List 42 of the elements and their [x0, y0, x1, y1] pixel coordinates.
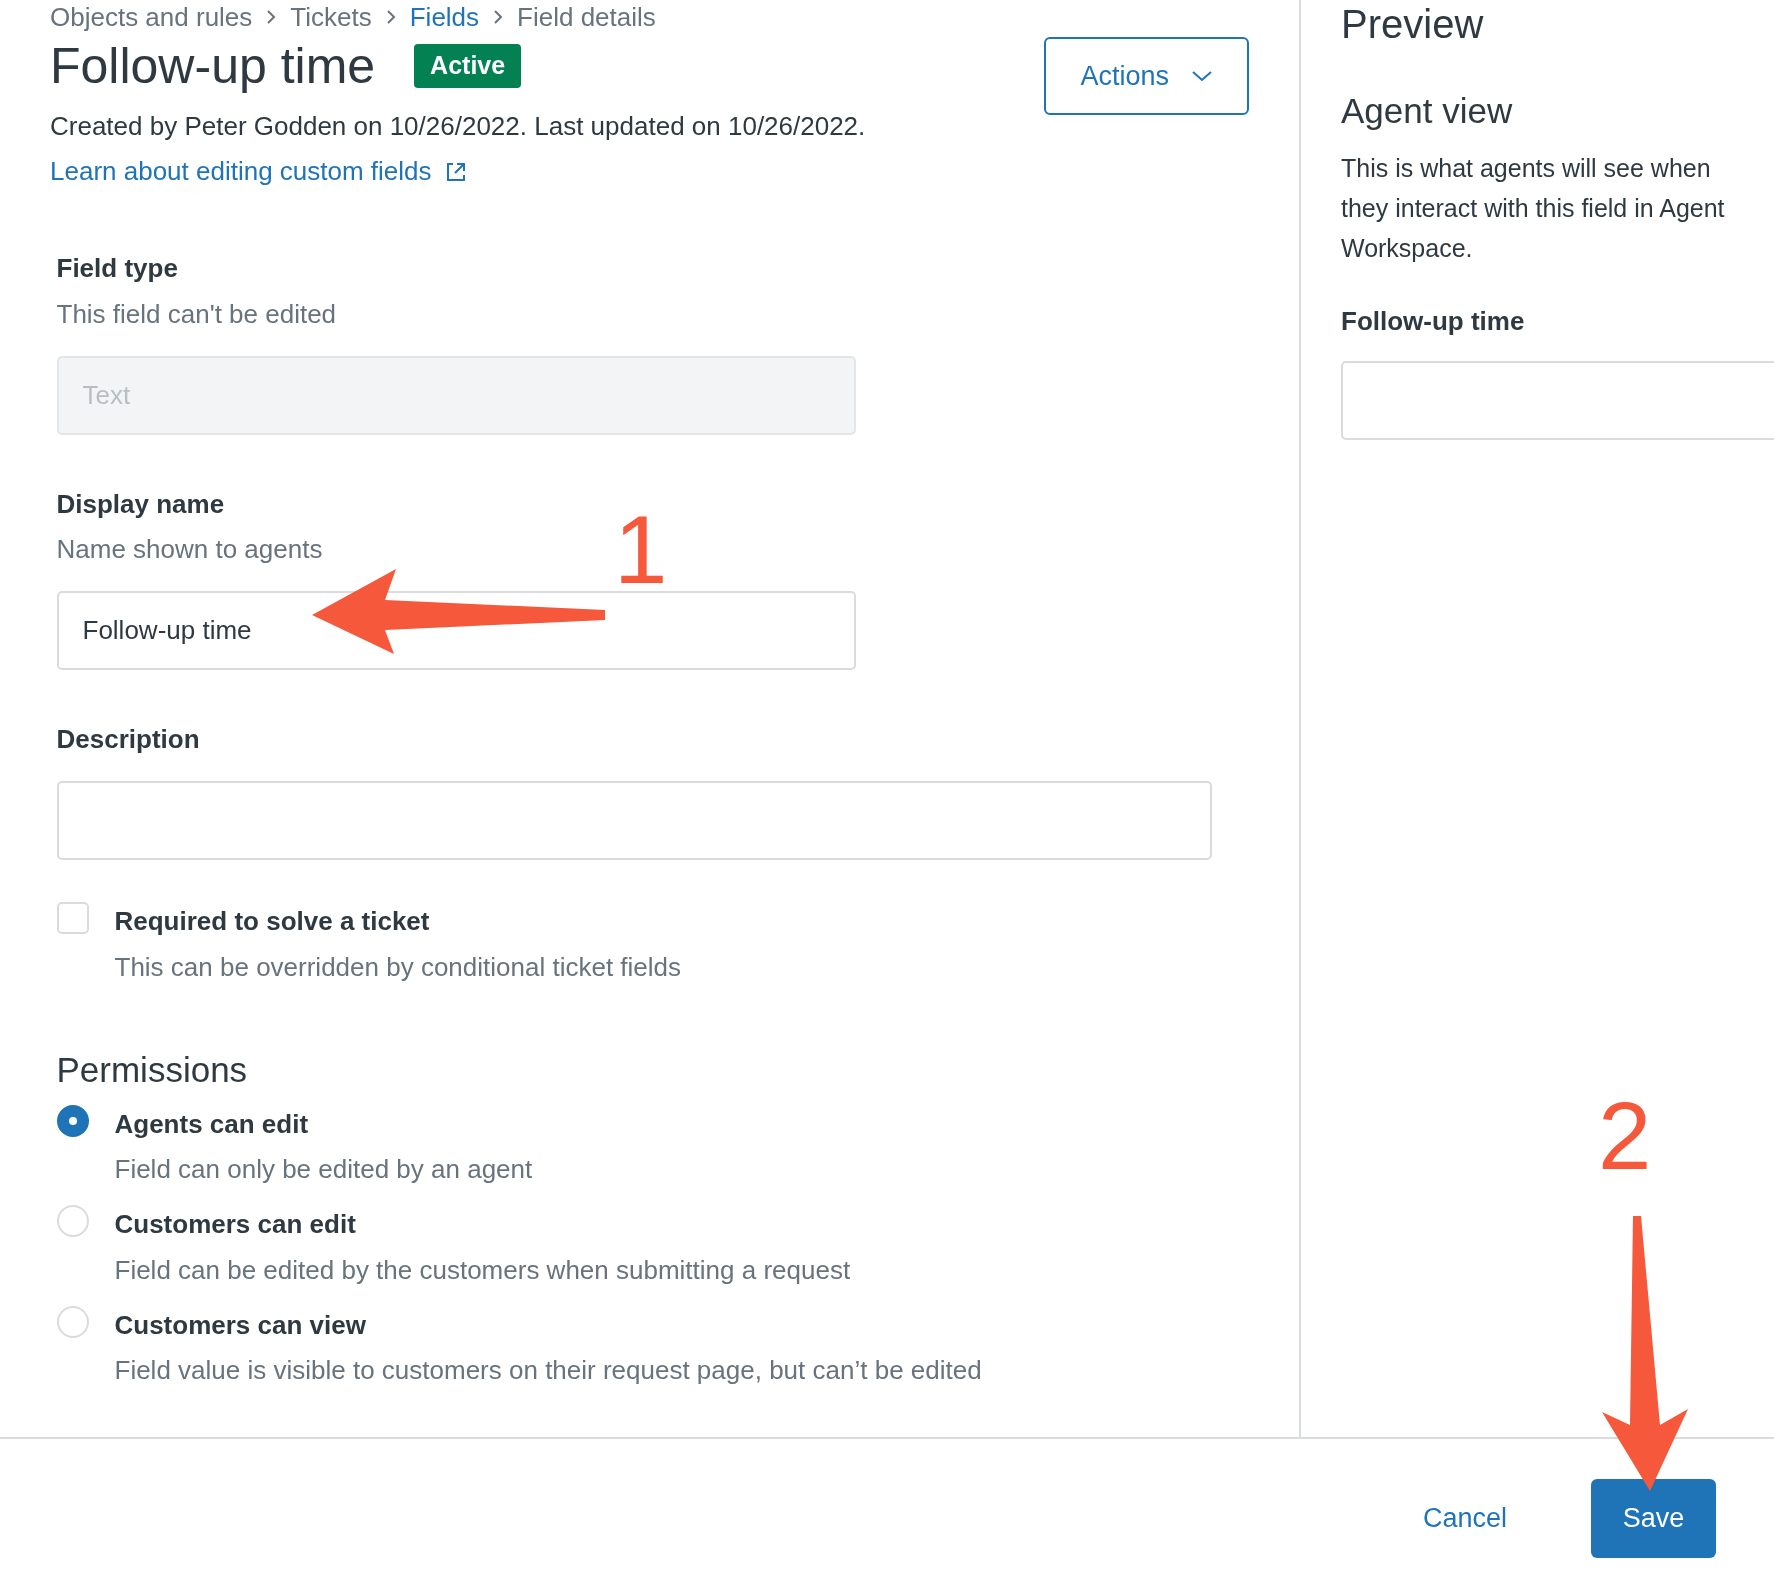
page-title: Follow-up time	[50, 38, 376, 94]
arrow-icon	[310, 568, 606, 656]
field-label: Description	[56, 723, 200, 756]
meta-text: Created by Peter Godden on 10/26/2022. Last updated on 10/26/2022.	[50, 109, 866, 143]
field-label: Display name	[56, 487, 225, 521]
option-label: Agents can edit	[114, 1107, 309, 1141]
chevron-icon	[385, 9, 396, 25]
save-button[interactable]: Save	[1591, 1479, 1716, 1558]
checkbox-hint: This can be overridden by conditional ticket fields	[114, 950, 682, 984]
help-link[interactable]: Learn about editing custom fields	[50, 152, 467, 191]
field-label: Field type	[56, 252, 178, 285]
preview-field[interactable]	[1341, 361, 1774, 440]
status-badge: Active	[414, 44, 522, 88]
breadcrumb-item: Objects and rules	[50, 0, 253, 34]
actions-button[interactable]: Actions	[1044, 37, 1249, 115]
external-link-icon	[444, 160, 467, 183]
chevron-icon	[493, 9, 504, 25]
checkbox[interactable]	[56, 902, 89, 934]
panel-description: This is what agents will see when they interact with this field in Agent Workspace.	[1341, 153, 1726, 264]
checkbox-label: Required to solve a ticket	[114, 905, 430, 938]
section-heading: Permissions	[56, 1048, 249, 1091]
radio-button[interactable]	[56, 1104, 89, 1137]
option-hint: Field can be edited by the customers when submitting a request	[114, 1253, 851, 1287]
chevron-down-icon	[1191, 70, 1213, 82]
field-label: Follow-up time	[1341, 305, 1525, 338]
cancel-button[interactable]: Cancel	[1416, 1497, 1513, 1540]
option-label: Customers can edit	[114, 1208, 356, 1241]
panel-title: Preview	[1341, 1, 1485, 48]
option-hint: Field value is visible to customers on their request page, but can’t be edited	[114, 1354, 982, 1387]
breadcrumb-item: Field details	[517, 0, 656, 34]
chevron-icon	[266, 9, 277, 25]
step-number: 1	[614, 514, 668, 587]
panel-subtitle: Agent view	[1341, 90, 1514, 132]
field-hint: This field can't be edited	[56, 297, 337, 331]
arrow-icon	[1601, 1215, 1689, 1492]
step-number: 2	[1598, 1100, 1652, 1173]
option-hint: Field can only be edited by an agent	[114, 1153, 533, 1186]
breadcrumb-link[interactable]: Fields	[409, 0, 480, 37]
breadcrumb-item: Tickets	[290, 0, 372, 34]
description-field[interactable]	[56, 781, 1212, 860]
field-hint: Name shown to agents	[56, 533, 323, 566]
option-label: Customers can view	[114, 1308, 366, 1342]
